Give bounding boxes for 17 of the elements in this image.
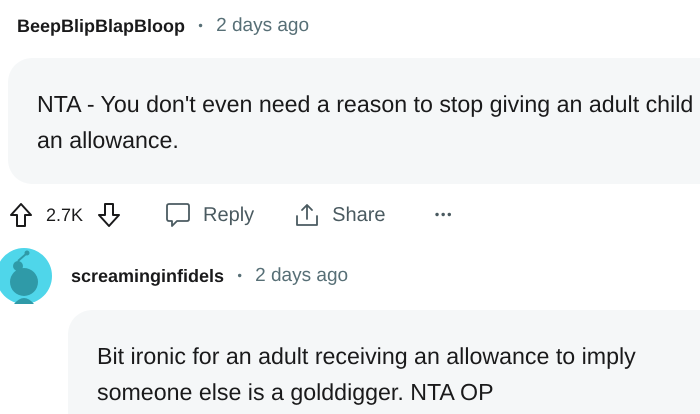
username[interactable]: screaminginfidels [71, 266, 224, 286]
separator-dot: • [197, 19, 204, 33]
share-icon[interactable] [294, 202, 320, 228]
share-button[interactable]: Share [294, 202, 386, 228]
avatar-icon[interactable] [0, 248, 52, 304]
reply-button[interactable]: Reply [165, 202, 254, 228]
username[interactable]: BeepBlipBlapBloop [17, 16, 186, 36]
speech-bubble-icon[interactable] [165, 202, 192, 228]
comment-text: Bit ironic for an adult receiving an allowance to imply someone else is a golddigger. NTA OP [68, 310, 700, 414]
timestamp: 2 days ago [255, 265, 348, 287]
upvote-icon[interactable] [9, 202, 33, 228]
separator-dot: • [236, 269, 244, 283]
more-button[interactable]: ••• [434, 208, 452, 222]
vote-count: 2.7K [46, 204, 84, 226]
comment-text: NTA - You don't even need a reason to stop giving an adult child an allowance. [8, 58, 700, 184]
downvote-icon[interactable] [97, 202, 122, 228]
timestamp: 2 days ago [216, 15, 310, 37]
